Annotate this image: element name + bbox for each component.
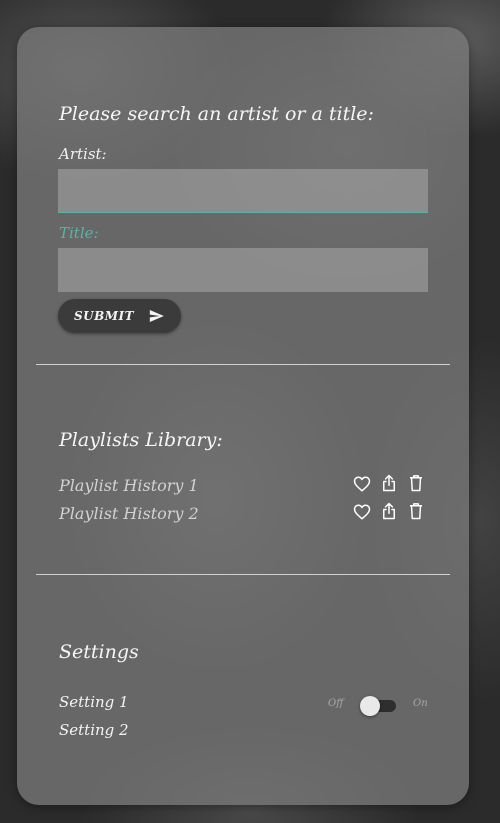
playlist-item-2[interactable]: Playlist History 2 <box>59 504 199 523</box>
send-icon <box>149 310 164 322</box>
title-input[interactable] <box>58 248 428 292</box>
setting-2-label: Setting 2 <box>59 721 129 739</box>
trash-icon[interactable] <box>407 474 425 492</box>
setting-1-label: Setting 1 <box>59 693 129 711</box>
toggle-on-label: On <box>413 698 428 709</box>
section-divider <box>36 574 450 575</box>
artist-input[interactable] <box>58 169 428 213</box>
share-icon[interactable] <box>380 474 398 492</box>
title-label: Title: <box>59 224 99 242</box>
settings-heading: Settings <box>59 641 139 663</box>
submit-button[interactable]: SUBMIT <box>58 299 181 333</box>
main-card: Please search an artist or a title: Arti… <box>17 27 469 805</box>
heart-icon[interactable] <box>353 475 371 493</box>
playlist-item-1[interactable]: Playlist History 1 <box>59 476 199 495</box>
share-icon[interactable] <box>380 502 398 520</box>
trash-icon[interactable] <box>407 502 425 520</box>
section-divider <box>36 364 450 365</box>
toggle-thumb[interactable] <box>360 696 380 716</box>
toggle-off-label: Off <box>328 698 344 709</box>
search-heading: Please search an artist or a title: <box>59 103 374 125</box>
heart-icon[interactable] <box>353 503 371 521</box>
setting-1-toggle[interactable] <box>360 696 396 716</box>
artist-label: Artist: <box>59 145 107 163</box>
playlists-heading: Playlists Library: <box>59 429 223 451</box>
submit-label: SUBMIT <box>74 309 135 323</box>
